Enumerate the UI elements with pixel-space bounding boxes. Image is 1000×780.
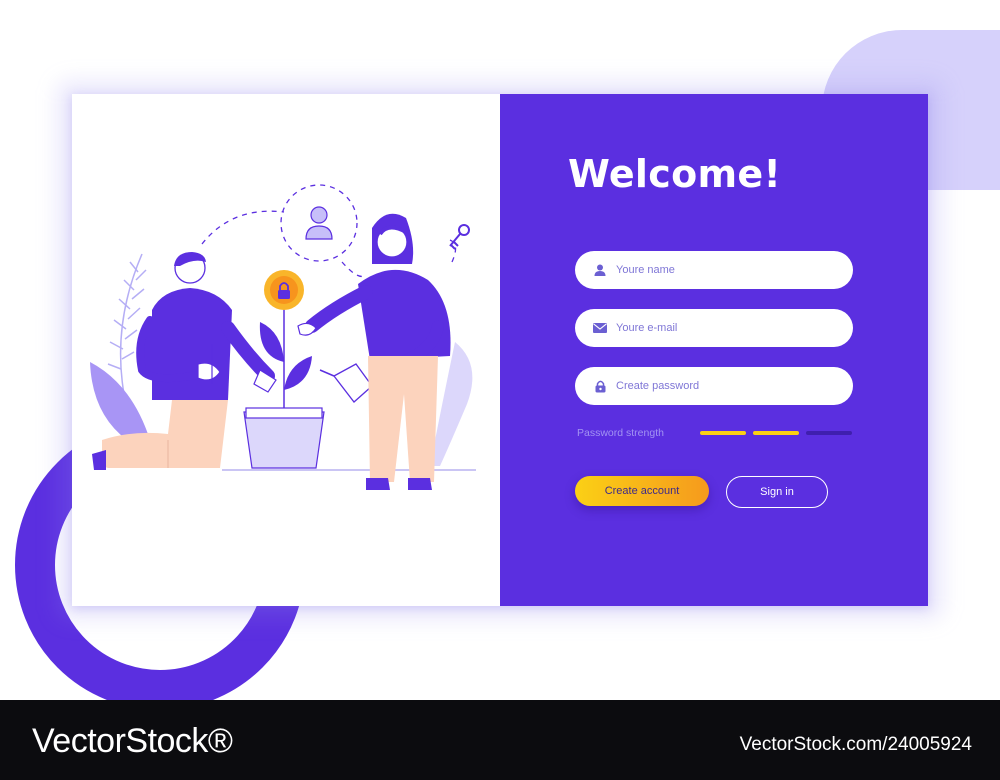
key-icon	[449, 224, 470, 250]
email-field[interactable]	[575, 309, 853, 347]
woman-figure	[297, 213, 451, 490]
name-field[interactable]	[575, 251, 853, 289]
user-avatar-icon	[280, 184, 358, 262]
illustration-panel	[72, 94, 500, 606]
create-account-button[interactable]: Create account	[575, 476, 709, 506]
name-input[interactable]	[616, 264, 836, 276]
lock-icon	[593, 379, 607, 393]
team-illustration	[90, 184, 476, 490]
welcome-heading: Welcome!	[568, 152, 782, 196]
image-id-text: VectorStock.com/24005924	[739, 734, 972, 755]
signup-panel: Welcome! Password strength Create accoun…	[500, 94, 928, 606]
password-strength-label: Password strength	[577, 427, 664, 439]
strength-bar-segment	[806, 431, 852, 435]
password-field[interactable]	[575, 367, 853, 405]
user-icon	[593, 263, 607, 277]
password-input[interactable]	[616, 380, 836, 392]
envelope-icon	[593, 321, 607, 335]
sign-in-button[interactable]: Sign in	[726, 476, 828, 508]
email-input[interactable]	[616, 322, 836, 334]
login-card: Welcome! Password strength Create accoun…	[72, 94, 928, 606]
watermark-footer: VectorStock® VectorStock.com/24005924	[0, 700, 1000, 780]
strength-bar-segment	[700, 431, 746, 435]
strength-bar-segment	[753, 431, 799, 435]
vectorstock-logo: VectorStock®	[32, 722, 233, 760]
